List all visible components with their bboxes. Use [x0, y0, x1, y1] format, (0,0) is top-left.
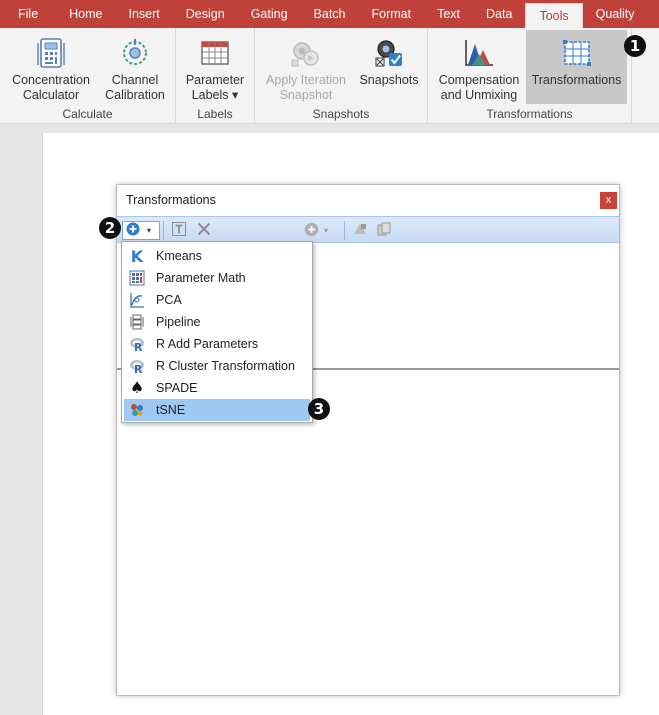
parameter-label-1: Parameter: [185, 73, 245, 87]
menu-item-label: tSNE: [156, 403, 186, 417]
menu-item-r-add-parameters[interactable]: R R Add Parameters: [124, 333, 310, 355]
kmeans-icon: K: [130, 246, 144, 266]
dialog-title: Transformations: [126, 193, 216, 207]
delete-button[interactable]: [196, 221, 212, 240]
copy-icon: [376, 221, 392, 240]
menu-home[interactable]: Home: [56, 0, 115, 28]
table-icon: [198, 36, 232, 70]
add-parameter-button[interactable]: ▾: [304, 221, 328, 240]
group-label-transformations: Transformations: [486, 107, 573, 121]
menu-item-parameter-math[interactable]: Parameter Math: [124, 267, 310, 289]
menu-item-label: PCA: [156, 293, 182, 307]
menu-item-label: Kmeans: [156, 249, 202, 263]
menu-item-tsne[interactable]: tSNE: [124, 399, 310, 421]
copy-button[interactable]: [376, 221, 392, 240]
menu-item-label: SPADE: [156, 381, 198, 395]
menu-item-label: Pipeline: [156, 315, 201, 329]
calibration-icon: [118, 36, 152, 70]
group-snapshots: Apply Iteration Snapshot Snapshots Snaps…: [255, 28, 428, 124]
dialog-toolbar: ▾ ▾: [117, 216, 619, 243]
menu-item-r-cluster-transformation[interactable]: R R Cluster Transformation: [124, 355, 310, 377]
menu-item-label: Parameter Math: [156, 271, 246, 285]
menu-item-pipeline[interactable]: Pipeline: [124, 311, 310, 333]
group-labels: Parameter Labels ▾ Labels: [176, 28, 255, 124]
chevron-down-disabled-icon: ▾: [324, 226, 329, 235]
menu-text[interactable]: Text: [424, 0, 473, 28]
tsne-icon: [128, 401, 146, 419]
concentration-label-2: Calculator: [22, 88, 80, 102]
menu-gating[interactable]: Gating: [238, 0, 301, 28]
parameter-math-icon: [128, 269, 146, 287]
apply-snapshot-icon: [289, 36, 323, 70]
group-label-calculate: Calculate: [62, 107, 113, 121]
menu-file[interactable]: File: [0, 0, 56, 28]
compensation-icon: [462, 36, 496, 70]
add-circle-disabled-icon: [304, 222, 319, 240]
text-icon: [171, 221, 187, 240]
parameter-label-2: Labels ▾: [191, 88, 239, 102]
calculator-icon: [34, 36, 68, 70]
menu-item-label: R Add Parameters: [156, 337, 259, 351]
menu-data[interactable]: Data: [473, 0, 525, 28]
group-transformations: Compensation and Unmixing Transformation…: [428, 28, 632, 124]
r-icon: R: [128, 357, 146, 375]
step-badge-3: 3: [308, 398, 330, 420]
group-label-snapshots: Snapshots: [312, 107, 370, 121]
add-transformation-button[interactable]: ▾: [122, 221, 160, 240]
spade-icon: ♠: [129, 378, 145, 397]
compensation-label-1: Compensation: [438, 73, 520, 87]
rename-button[interactable]: [171, 221, 187, 240]
import-button[interactable]: [352, 221, 368, 240]
chevron-down-icon: ▾: [147, 226, 152, 235]
menu-quality[interactable]: Quality: [583, 0, 648, 28]
menu-item-label: R Cluster Transformation: [156, 359, 295, 373]
r-icon: R: [128, 335, 146, 353]
step-badge-1: 1: [624, 35, 646, 57]
add-circle-icon: [126, 222, 140, 239]
menu-batch[interactable]: Batch: [301, 0, 359, 28]
menu-bar: File Home Insert Design Gating Batch For…: [0, 0, 659, 28]
add-transformation-menu: K Kmeans Parameter Math PCA Pipeline R R…: [121, 241, 313, 423]
pipeline-icon: [128, 313, 146, 331]
snapshots-icon: [372, 36, 406, 70]
transformations-icon: [560, 36, 594, 70]
snapshots-button[interactable]: Snapshots: [355, 30, 423, 104]
pca-icon: [128, 291, 146, 309]
channel-label-2: Calibration: [105, 88, 165, 102]
dialog-close-button[interactable]: x: [600, 192, 617, 209]
concentration-label-1: Concentration: [12, 73, 90, 87]
group-label-labels: Labels: [197, 107, 233, 121]
menu-format[interactable]: Format: [359, 0, 425, 28]
menu-item-kmeans[interactable]: K Kmeans: [124, 245, 310, 267]
apply-label-2: Snapshot: [279, 88, 333, 102]
parameter-labels-button[interactable]: Parameter Labels ▾: [180, 30, 250, 104]
channel-calibration-button[interactable]: Channel Calibration: [98, 30, 172, 104]
menu-tools[interactable]: Tools: [525, 3, 583, 28]
svg-text:R: R: [134, 341, 143, 352]
menu-insert[interactable]: Insert: [116, 0, 173, 28]
menu-design[interactable]: Design: [173, 0, 238, 28]
ribbon: Concentration Calculator Channel Calibra…: [0, 28, 659, 124]
delete-x-icon: [196, 221, 212, 240]
concentration-calculator-button[interactable]: Concentration Calculator: [8, 30, 94, 104]
channel-label-1: Channel: [111, 73, 159, 87]
step-badge-2: 2: [99, 217, 121, 239]
transformations-button[interactable]: Transformations: [526, 30, 627, 104]
toolbar-separator-2: [344, 221, 345, 240]
group-calculate: Concentration Calculator Channel Calibra…: [0, 28, 176, 124]
transformations-label: Transformations: [531, 73, 622, 87]
menu-item-spade[interactable]: ♠ SPADE: [124, 377, 310, 399]
compensation-unmixing-button[interactable]: Compensation and Unmixing: [434, 30, 524, 104]
snapshots-label: Snapshots: [359, 73, 419, 87]
import-icon: [352, 221, 368, 240]
toolbar-separator: [163, 221, 164, 240]
svg-text:R: R: [134, 363, 143, 374]
menu-item-pca[interactable]: PCA: [124, 289, 310, 311]
apply-label-1: Apply Iteration: [266, 73, 346, 87]
apply-iteration-snapshot-button[interactable]: Apply Iteration Snapshot: [261, 30, 351, 104]
compensation-label-2: and Unmixing: [440, 88, 518, 102]
